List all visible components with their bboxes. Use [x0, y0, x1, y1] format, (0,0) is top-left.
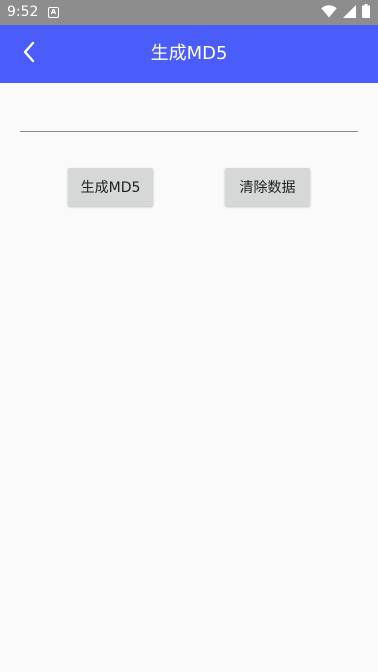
- app-bar: 生成MD5: [0, 25, 378, 83]
- wifi-icon: [321, 3, 337, 22]
- notification-icon: A: [48, 7, 59, 18]
- status-bar: 9:52 A: [0, 0, 378, 25]
- battery-icon: [362, 3, 370, 22]
- text-input-container: [20, 100, 358, 132]
- clear-data-button[interactable]: 清除数据: [225, 168, 310, 206]
- status-icons: [321, 3, 370, 22]
- signal-icon: [343, 3, 356, 22]
- status-time: 9:52: [7, 4, 39, 20]
- page-title: 生成MD5: [150, 43, 228, 64]
- text-input[interactable]: [20, 100, 358, 132]
- generate-md5-button[interactable]: 生成MD5: [68, 168, 153, 206]
